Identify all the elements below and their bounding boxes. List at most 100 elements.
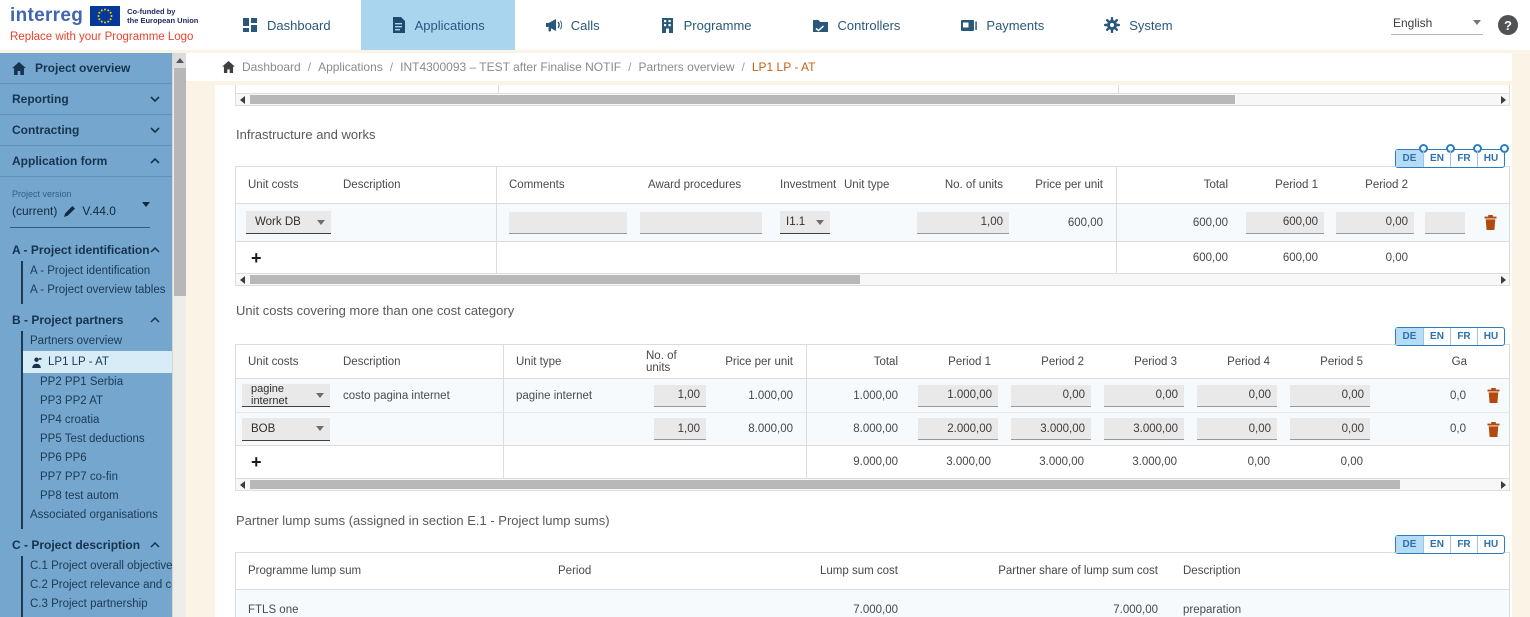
award-procedures-input[interactable]	[640, 212, 762, 234]
tree-item-partner-pp4[interactable]: PP4 croatia	[23, 411, 172, 430]
horizontal-scrollbar-infrastructure	[235, 273, 1510, 286]
tree-item-c2[interactable]: C.2 Project relevance and context	[23, 576, 172, 595]
tree-section-b[interactable]: B - Project partners	[0, 308, 172, 331]
period-1-input[interactable]	[918, 418, 998, 440]
nav-item-system[interactable]: System	[1074, 0, 1202, 50]
scroll-left-arrow[interactable]	[236, 274, 248, 285]
period-2-input[interactable]	[1336, 212, 1414, 234]
delete-row-button[interactable]	[1477, 211, 1503, 235]
sidebar-item-application-form[interactable]: Application form	[0, 146, 172, 177]
tree-item-a-overview-tables[interactable]: A - Project overview tables	[23, 281, 172, 300]
scrollbar-thumb[interactable]	[174, 68, 186, 296]
sidebar-item-contracting[interactable]: Contracting	[0, 115, 172, 146]
unit-cost-select[interactable]: Work DB	[246, 211, 331, 234]
breadcrumb-applications[interactable]: Applications	[318, 60, 383, 74]
period-1-input[interactable]	[918, 385, 998, 407]
help-button[interactable]: ?	[1498, 15, 1518, 35]
nav-item-programme[interactable]: Programme	[630, 0, 782, 50]
no-of-units-input[interactable]	[654, 418, 706, 440]
delete-row-button[interactable]	[1481, 417, 1507, 441]
comments-input[interactable]	[509, 212, 627, 234]
sidebar-item-project-overview[interactable]: Project overview	[0, 53, 172, 84]
period-4-input[interactable]	[1197, 418, 1277, 440]
tab-fr[interactable]: FR	[1450, 536, 1477, 553]
add-row-button[interactable]: +	[236, 249, 262, 267]
tab-fr[interactable]: FR	[1450, 328, 1477, 345]
col-header-period-3: Period 3	[1097, 345, 1190, 378]
period-1-input[interactable]	[1246, 212, 1324, 234]
tree-item-c1[interactable]: C.1 Project overall objective	[23, 557, 172, 576]
tab-hu[interactable]: HU	[1477, 536, 1504, 553]
tree-item-partner-pp8[interactable]: PP8 test autom	[23, 487, 172, 506]
period-5-input[interactable]	[1290, 385, 1370, 407]
language-select[interactable]: English	[1391, 16, 1483, 35]
unit-cost-select[interactable]: BOB	[242, 418, 330, 441]
tree-item-partner-pp6[interactable]: PP6 PP6	[23, 449, 172, 468]
tab-hu[interactable]: HU	[1477, 150, 1504, 167]
version-number: V.44.0	[82, 204, 116, 218]
breadcrumb-current-partner[interactable]: LP1 LP - AT	[752, 60, 816, 74]
unit-cost-select[interactable]: pagine internet	[242, 384, 330, 407]
scrollbar-thumb[interactable]	[250, 95, 1235, 104]
delete-row-button[interactable]	[1481, 384, 1507, 408]
sidebar-item-reporting[interactable]: Reporting	[0, 84, 172, 115]
nav-item-payments[interactable]: Payments	[930, 0, 1074, 50]
scrollbar-thumb[interactable]	[250, 275, 860, 284]
period-2-input[interactable]	[1011, 385, 1091, 407]
period-2-input[interactable]	[1011, 418, 1091, 440]
col-header-gap: Ga	[1376, 345, 1471, 378]
nav-item-applications[interactable]: Applications	[361, 0, 515, 50]
gap-input[interactable]	[1425, 212, 1465, 234]
tree-item-partner-lp1[interactable]: LP1 LP - AT	[23, 351, 172, 373]
scroll-right-arrow[interactable]	[1497, 479, 1509, 490]
table-header-row: Unit costs Description Unit type No. of …	[236, 345, 1509, 379]
tab-en[interactable]: EN	[1423, 328, 1450, 345]
no-of-units-input[interactable]	[917, 212, 1009, 234]
tree-item-partners-overview[interactable]: Partners overview	[23, 332, 172, 351]
translation-badge	[1500, 144, 1509, 153]
scroll-up-arrow[interactable]	[173, 53, 186, 68]
scroll-left-arrow[interactable]	[236, 479, 248, 490]
tree-item-partner-pp5[interactable]: PP5 Test deductions	[23, 430, 172, 449]
tab-en[interactable]: EN	[1423, 150, 1450, 167]
tab-fr[interactable]: FR	[1450, 150, 1477, 167]
breadcrumb-project[interactable]: INT4300093 – TEST after Finalise NOTIF	[400, 60, 621, 74]
scrollbar-thumb[interactable]	[250, 480, 1400, 489]
col-header-unit-type: Unit type	[838, 167, 906, 203]
scroll-right-arrow[interactable]	[1497, 274, 1509, 285]
tree-item-partner-pp7[interactable]: PP7 PP7 co-fin	[23, 468, 172, 487]
period-3-input[interactable]	[1104, 418, 1184, 440]
tree-item-partner-pp2[interactable]: PP2 PP1 Serbia	[23, 373, 172, 392]
tree-item-c3[interactable]: C.3 Project partnership	[23, 595, 172, 614]
add-row-button[interactable]: +	[236, 453, 262, 471]
home-icon[interactable]	[222, 61, 235, 73]
tab-hu[interactable]: HU	[1477, 328, 1504, 345]
tree-item-partner-pp3[interactable]: PP3 PP2 AT	[23, 392, 172, 411]
nav-item-calls[interactable]: Calls	[515, 0, 630, 50]
period-5-input[interactable]	[1290, 418, 1370, 440]
nav-item-controllers[interactable]: Controllers	[782, 0, 931, 50]
tree-item-a-identification[interactable]: A - Project identification	[23, 262, 172, 281]
breadcrumb-dashboard[interactable]: Dashboard	[242, 60, 301, 74]
no-of-units-input[interactable]	[654, 385, 706, 407]
period-4-input[interactable]	[1197, 385, 1277, 407]
scroll-right-arrow[interactable]	[1497, 94, 1509, 105]
period-3-input[interactable]	[1104, 385, 1184, 407]
version-current: (current)	[12, 204, 57, 218]
partner-share-cell: 7.000,00	[911, 590, 1171, 617]
tab-de[interactable]: DE	[1396, 536, 1423, 553]
tab-de[interactable]: DE	[1396, 328, 1423, 345]
pencil-icon	[64, 206, 75, 217]
tab-de[interactable]: DE	[1396, 150, 1423, 167]
scroll-left-arrow[interactable]	[236, 94, 248, 105]
tree-item-associated-organisations[interactable]: Associated organisations	[23, 506, 172, 525]
investment-select[interactable]: I1.1	[780, 211, 830, 234]
tree-section-c[interactable]: C - Project description	[0, 533, 172, 556]
megaphone-icon	[545, 17, 562, 33]
tab-en[interactable]: EN	[1423, 536, 1450, 553]
tree-section-a[interactable]: A - Project identification	[0, 238, 172, 261]
language-tabs-lump-sums: DE EN FR HU	[1395, 535, 1505, 554]
nav-item-dashboard[interactable]: Dashboard	[212, 0, 361, 50]
project-version-select[interactable]: Project version (current) V.44.0	[10, 186, 150, 228]
breadcrumb-partners-overview[interactable]: Partners overview	[638, 60, 734, 74]
